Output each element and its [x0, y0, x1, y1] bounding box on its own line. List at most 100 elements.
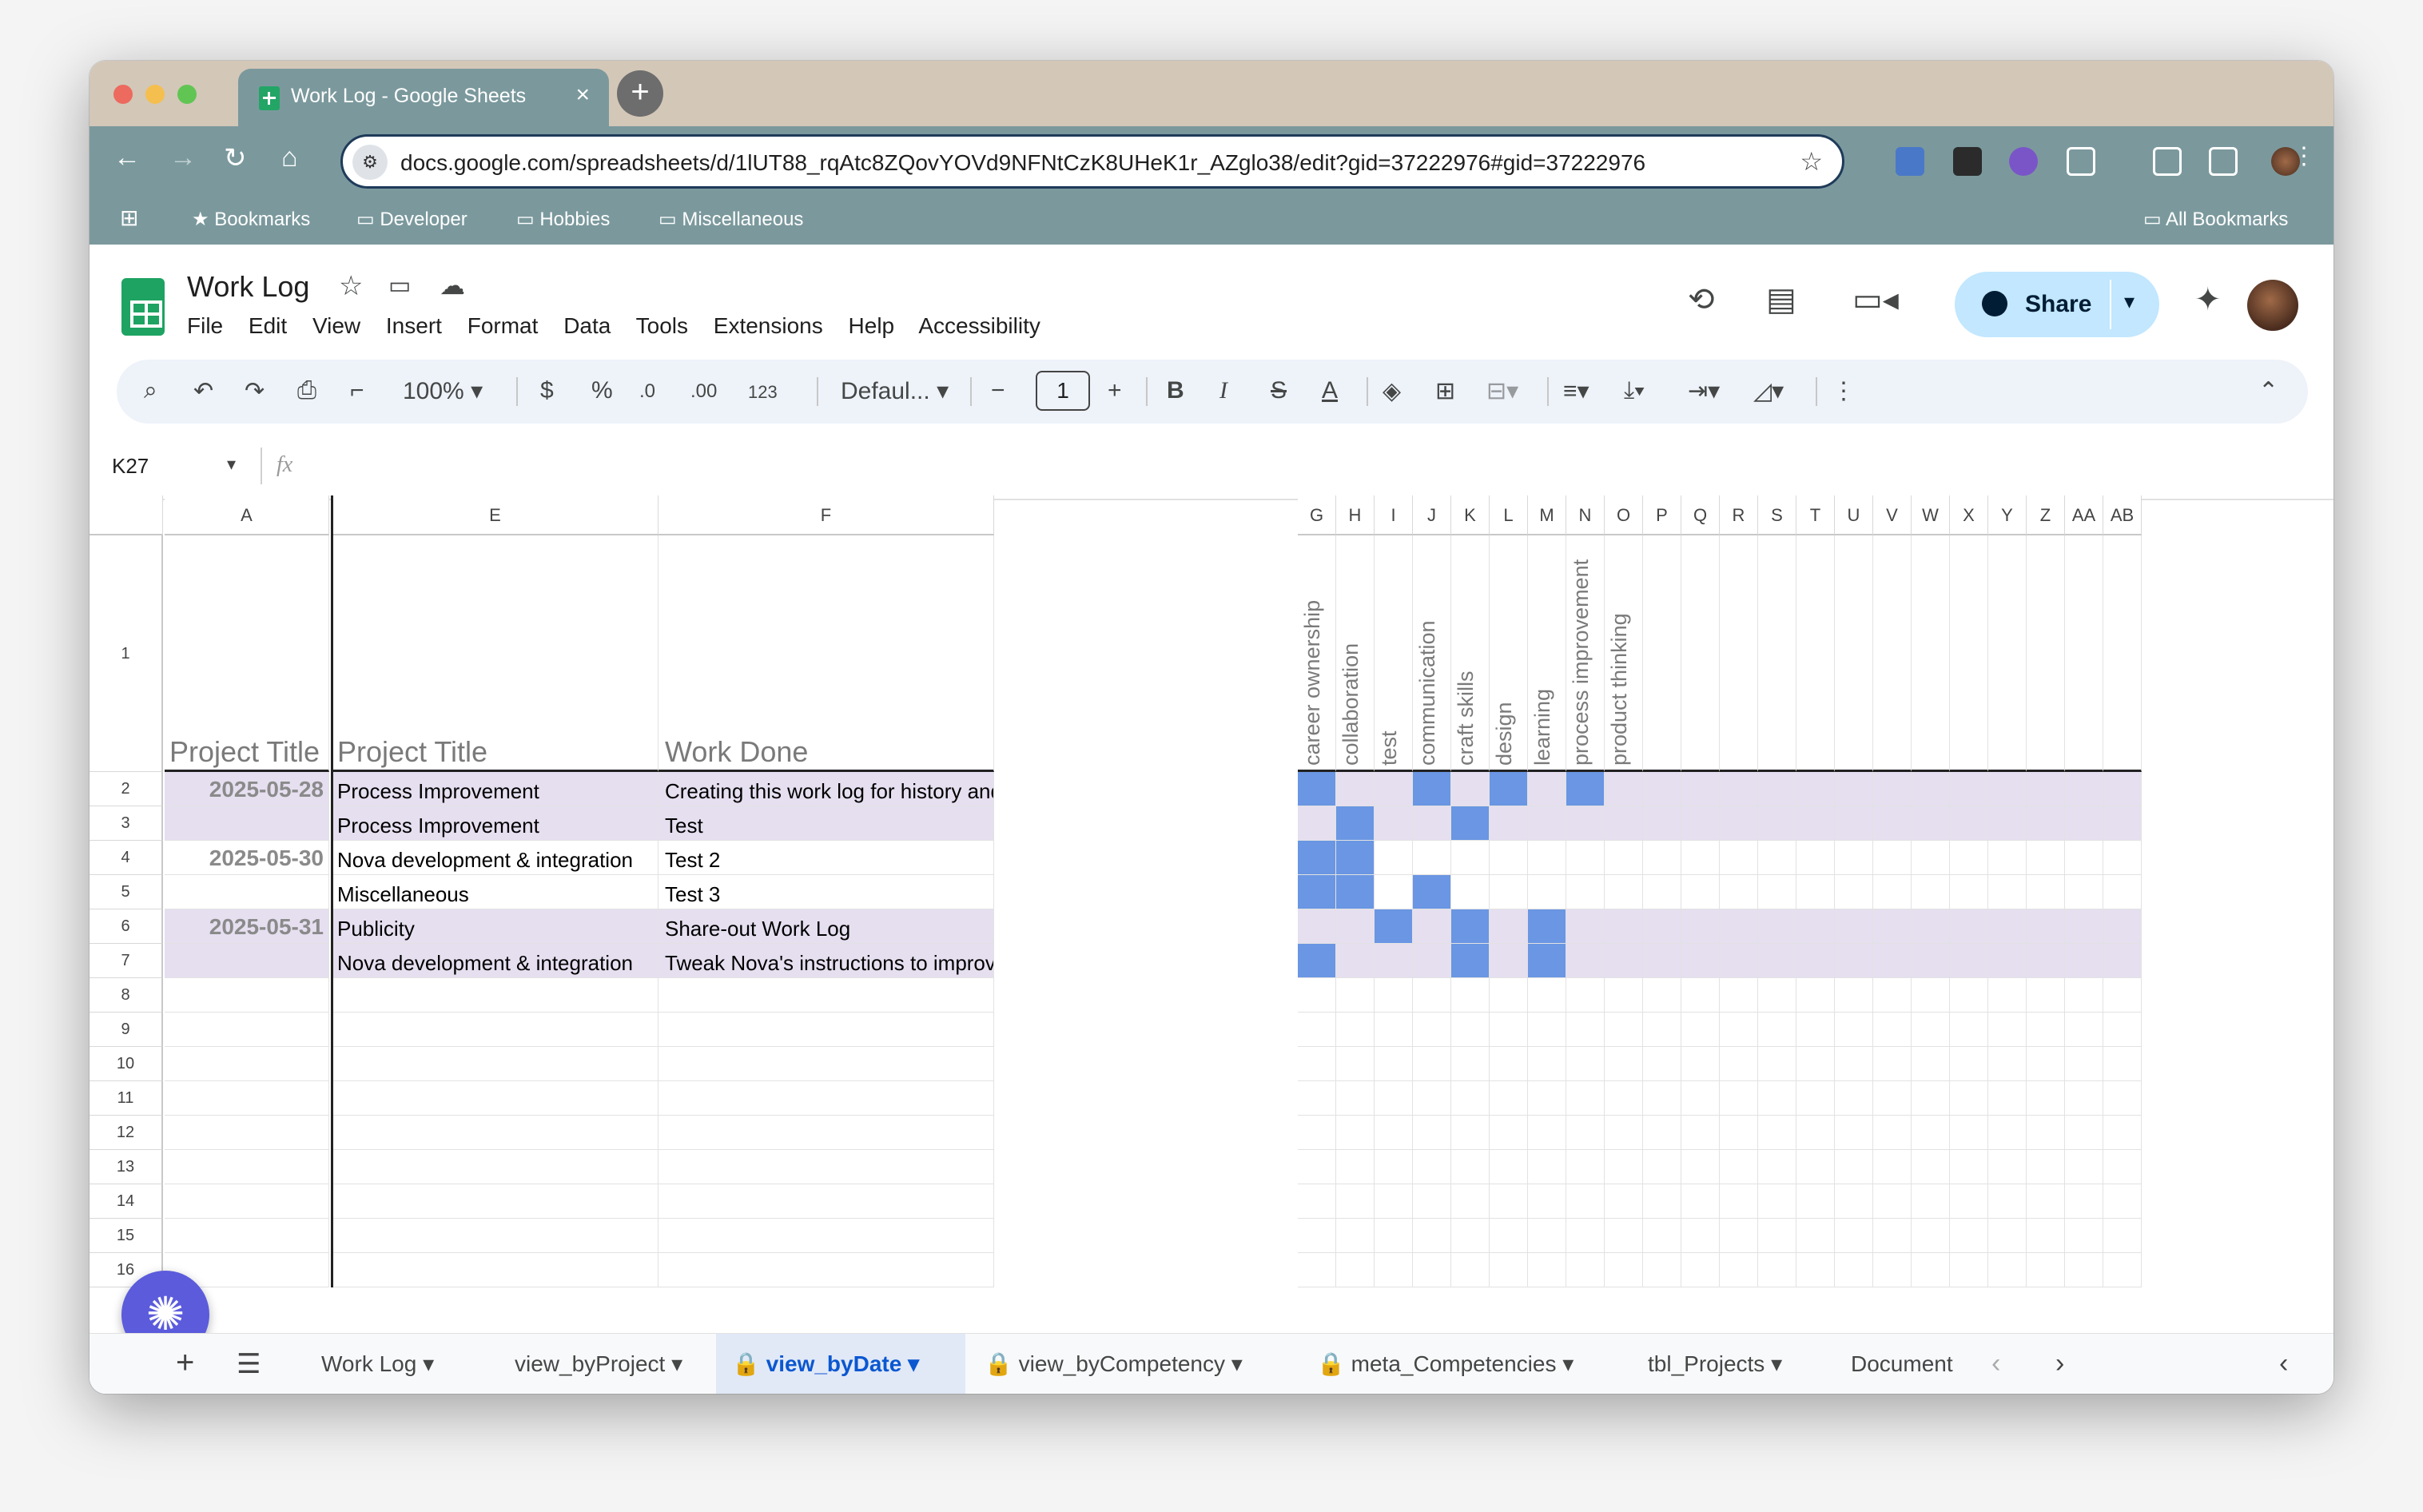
competency-cell[interactable]	[1796, 875, 1835, 909]
empty-cell[interactable]	[2027, 978, 2065, 1013]
bookmark-hobbies[interactable]: ▭ Hobbies	[516, 208, 610, 231]
competency-cell[interactable]	[1835, 944, 1873, 978]
increase-decimal-button[interactable]: .00	[690, 380, 717, 403]
competency-cell[interactable]	[1835, 806, 1873, 841]
competency-cell[interactable]	[1566, 806, 1605, 841]
empty-cell[interactable]	[1528, 1253, 1566, 1287]
redo-icon[interactable]: ↷	[245, 377, 265, 405]
empty-cell[interactable]	[1566, 1219, 1605, 1253]
empty-cell[interactable]	[1796, 1150, 1835, 1184]
empty-cell[interactable]	[2065, 978, 2103, 1013]
competency-cell[interactable]	[2065, 909, 2103, 944]
competency-cell[interactable]	[1566, 944, 1605, 978]
empty-cell[interactable]	[1988, 1047, 2027, 1081]
empty-cell[interactable]	[1336, 1150, 1375, 1184]
h-extension-icon[interactable]	[1953, 147, 1982, 176]
spreadsheet-grid[interactable]: A E F G H I J K L M N O P Q R S T U V W X Y Z AA AB 1 Project Titl…	[90, 495, 2318, 1307]
row-header[interactable]: 12	[90, 1116, 163, 1150]
competency-cell[interactable]	[1758, 772, 1796, 806]
empty-cell[interactable]	[1873, 1047, 1912, 1081]
empty-cell[interactable]	[1835, 1116, 1873, 1150]
empty-cell[interactable]	[1643, 1013, 1681, 1047]
menu-format[interactable]: Format	[467, 313, 539, 338]
competency-cell[interactable]	[1643, 841, 1681, 875]
date-cell[interactable]: 2025-05-28	[165, 772, 329, 806]
competency-mark-cell[interactable]	[1528, 909, 1566, 944]
back-arrow-icon[interactable]: ←	[113, 142, 141, 173]
competency-cell[interactable]	[1490, 841, 1528, 875]
competency-mark-cell[interactable]	[1451, 909, 1490, 944]
empty-cell[interactable]	[1950, 1047, 1988, 1081]
empty-cell[interactable]	[1758, 1150, 1796, 1184]
empty-cell[interactable]	[1912, 1013, 1950, 1047]
column-header[interactable]: J	[1413, 495, 1451, 535]
empty-cell[interactable]	[165, 978, 329, 1013]
empty-cell[interactable]	[1720, 1253, 1758, 1287]
column-header[interactable]: O	[1605, 495, 1643, 535]
competency-cell[interactable]	[1835, 875, 1873, 909]
empty-cell[interactable]	[1566, 1253, 1605, 1287]
competency-cell[interactable]	[1605, 909, 1643, 944]
competency-cell[interactable]	[1720, 841, 1758, 875]
empty-cell[interactable]	[2027, 1219, 2065, 1253]
empty-cell[interactable]	[1336, 1184, 1375, 1219]
close-window-button[interactable]	[113, 85, 133, 104]
row-header[interactable]: 7	[90, 944, 163, 978]
gemini-sparkle-icon[interactable]: ✦	[2194, 281, 2222, 318]
empty-cell[interactable]	[1413, 1081, 1451, 1116]
borders-icon[interactable]: ⊞	[1435, 377, 1455, 405]
empty-cell[interactable]	[1720, 978, 1758, 1013]
empty-cell[interactable]	[2027, 1150, 2065, 1184]
empty-cell[interactable]	[1413, 1013, 1451, 1047]
empty-cell[interactable]	[1605, 1219, 1643, 1253]
font-select[interactable]: Defaul... ▾	[841, 377, 949, 405]
increase-font-size-icon[interactable]: +	[1108, 377, 1122, 404]
decrease-decimal-button[interactable]: .0	[639, 380, 655, 403]
project-cell[interactable]: Miscellaneous	[332, 875, 658, 909]
competency-cell[interactable]	[1873, 909, 1912, 944]
sheet-tab-view-bycompetency[interactable]: 🔒 view_byCompetency ▾	[969, 1334, 1259, 1394]
empty-cell[interactable]	[1835, 1219, 1873, 1253]
competency-cell[interactable]	[1681, 772, 1720, 806]
frozen-column-divider[interactable]	[331, 495, 333, 1287]
empty-cell[interactable]	[1298, 1219, 1336, 1253]
competency-cell[interactable]	[1605, 772, 1643, 806]
empty-cell[interactable]	[1643, 1219, 1681, 1253]
competency-cell[interactable]	[1796, 806, 1835, 841]
empty-cell[interactable]	[658, 1047, 994, 1081]
project-cell[interactable]: Nova development & integration	[332, 944, 658, 978]
empty-cell[interactable]	[1375, 1081, 1413, 1116]
competency-cell[interactable]	[1336, 772, 1375, 806]
column-header[interactable]: E	[332, 495, 658, 535]
competency-mark-cell[interactable]	[1298, 841, 1336, 875]
empty-cell[interactable]	[1720, 1047, 1758, 1081]
competency-cell[interactable]	[1566, 841, 1605, 875]
row-header[interactable]: 15	[90, 1219, 163, 1253]
undo-icon[interactable]: ↶	[193, 377, 213, 405]
empty-cell[interactable]	[1950, 1116, 1988, 1150]
empty-cell[interactable]	[1375, 1253, 1413, 1287]
empty-cell[interactable]	[1720, 1081, 1758, 1116]
empty-cell[interactable]	[1758, 1219, 1796, 1253]
empty-cell[interactable]	[1720, 1184, 1758, 1219]
empty-cell[interactable]	[2103, 1013, 2142, 1047]
competency-cell[interactable]	[1605, 841, 1643, 875]
name-box-dropdown-icon[interactable]: ▾	[227, 454, 236, 475]
empty-cell[interactable]	[1451, 1081, 1490, 1116]
competency-cell[interactable]	[2065, 772, 2103, 806]
empty-cell[interactable]	[1912, 978, 1950, 1013]
competency-cell[interactable]	[1451, 875, 1490, 909]
competency-cell[interactable]	[1681, 806, 1720, 841]
empty-cell[interactable]	[2027, 1047, 2065, 1081]
empty-cell[interactable]	[1681, 1081, 1720, 1116]
bookmark-developer[interactable]: ▭ Developer	[356, 208, 467, 231]
empty-cell[interactable]	[2027, 1184, 2065, 1219]
competency-cell[interactable]	[1988, 841, 2027, 875]
header-cell[interactable]	[2065, 535, 2103, 772]
meet-icon[interactable]: ▭◂	[1852, 281, 1899, 318]
competency-cell[interactable]	[1528, 806, 1566, 841]
empty-cell[interactable]	[1681, 1116, 1720, 1150]
empty-cell[interactable]	[1758, 1081, 1796, 1116]
competency-cell[interactable]	[2103, 875, 2142, 909]
row-header[interactable]: 8	[90, 978, 163, 1013]
